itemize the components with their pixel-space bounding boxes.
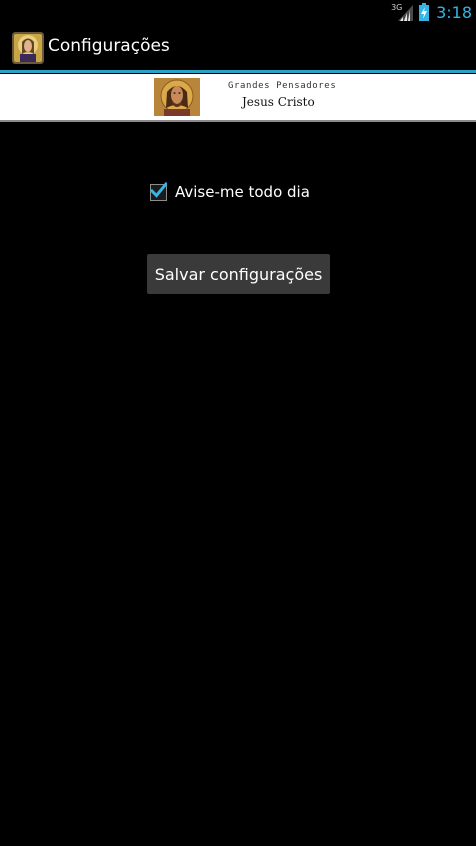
settings-screen: 3G 3:18 Configurações Grandes Pensadores… xyxy=(0,0,476,846)
clock-time: 3:18 xyxy=(436,2,472,22)
app-banner[interactable]: Grandes Pensadores Jesus Cristo xyxy=(0,74,476,120)
jesus-portrait-icon[interactable] xyxy=(12,32,44,64)
daily-reminder-label[interactable]: Avise-me todo dia xyxy=(175,183,310,201)
signal-icon: 3G xyxy=(391,2,414,22)
status-bar: 3G 3:18 xyxy=(0,0,476,24)
page-title: Configurações xyxy=(48,36,170,56)
status-icons: 3G 3:18 xyxy=(391,0,472,24)
checkmark-icon xyxy=(150,181,167,198)
daily-reminder-setting[interactable]: Avise-me todo dia xyxy=(150,180,310,204)
action-bar-divider xyxy=(0,70,476,73)
banner-divider xyxy=(0,120,476,122)
daily-reminder-checkbox[interactable] xyxy=(150,181,167,201)
battery-charging-icon xyxy=(418,2,430,22)
banner-title: Jesus Cristo xyxy=(242,95,315,109)
banner-subtitle: Grandes Pensadores xyxy=(228,81,337,91)
jesus-icon-image xyxy=(154,78,200,116)
save-settings-button[interactable]: Salvar configurações xyxy=(147,254,330,294)
network-type-label: 3G xyxy=(391,3,403,12)
action-bar: Configurações xyxy=(0,24,476,71)
